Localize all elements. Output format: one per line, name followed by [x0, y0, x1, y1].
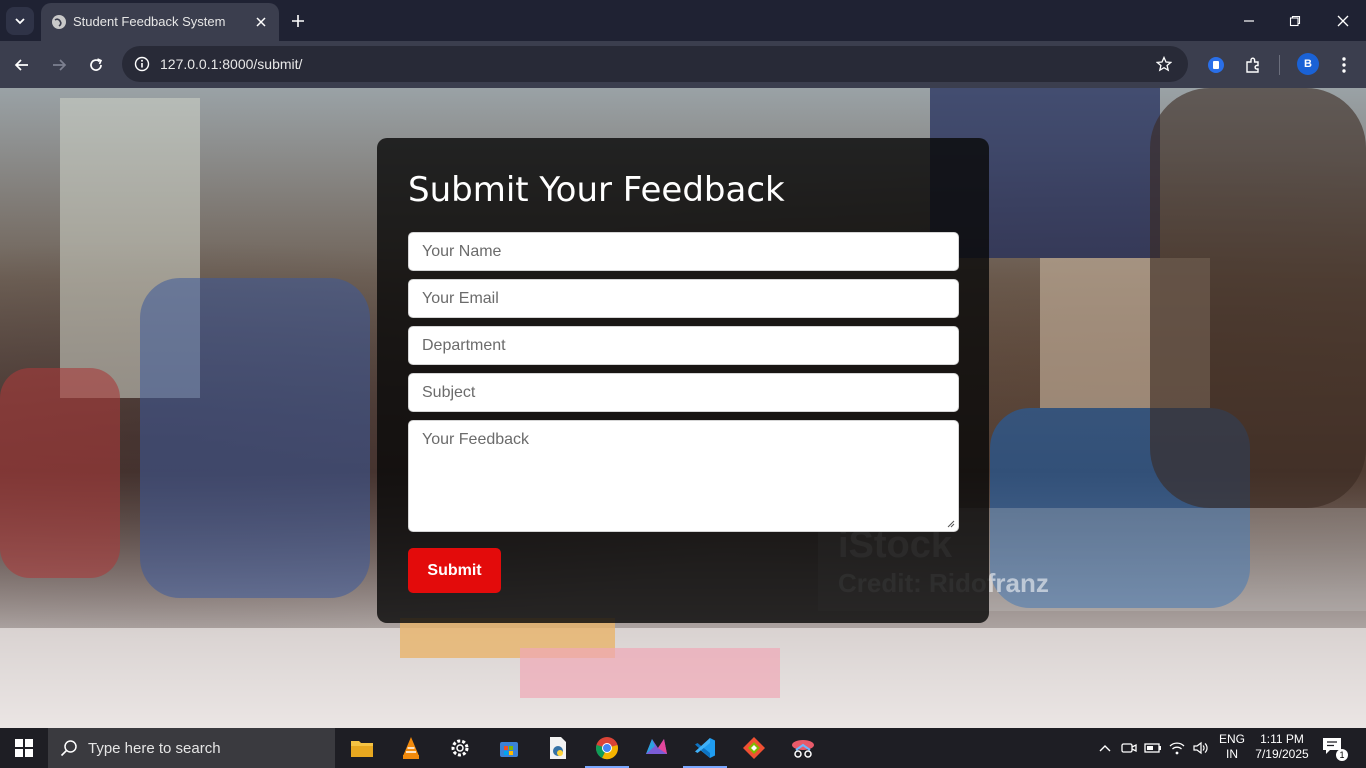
toolbar-separator [1279, 55, 1280, 75]
new-tab-button[interactable] [286, 9, 310, 33]
browser-tab-strip: Student Feedback System [0, 0, 1366, 41]
name-field[interactable]: Your Name [408, 232, 959, 271]
arrow-left-icon [14, 59, 28, 71]
git-tool-icon[interactable] [730, 728, 778, 768]
extension-doc-icon[interactable] [1203, 52, 1229, 78]
department-field[interactable]: Department [408, 326, 959, 365]
microsoft-365-icon[interactable] [632, 728, 680, 768]
feedback-textarea[interactable]: Your Feedback [408, 420, 959, 532]
chevron-down-icon [15, 18, 25, 25]
kebab-menu-icon[interactable] [1331, 52, 1357, 78]
globe-icon [52, 15, 66, 29]
taskbar-search-box[interactable]: Type here to search [48, 728, 335, 768]
page-title: Submit Your Feedback [408, 170, 785, 210]
bookmark-star-icon[interactable] [1152, 52, 1176, 76]
profile-avatar[interactable]: B [1297, 53, 1319, 75]
windows-logo-icon [15, 739, 33, 757]
page-viewport: iStock Credit: Ridofranz Submit Your Fee… [0, 88, 1366, 728]
extensions-puzzle-icon[interactable] [1240, 52, 1266, 78]
vscode-icon[interactable] [681, 728, 729, 768]
clock-date: 7/19/2025 [1255, 747, 1309, 761]
taskbar-search-placeholder: Type here to search [88, 740, 221, 757]
feedback-form-card: Submit Your Feedback Your Name Your Emai… [377, 138, 989, 623]
feedback-placeholder: Your Feedback [422, 431, 530, 448]
chevron-up-icon[interactable] [1095, 738, 1115, 758]
search-icon [60, 740, 77, 757]
email-field[interactable]: Your Email [408, 279, 959, 318]
department-placeholder: Department [422, 337, 506, 354]
restore-icon [1289, 15, 1301, 26]
resize-grip-icon[interactable] [947, 520, 955, 528]
windows-taskbar: Type here to search ENG IN 1:11 PM 7/19/… [0, 728, 1366, 768]
submit-button[interactable]: Submit [408, 548, 501, 593]
close-window-button[interactable] [1320, 0, 1366, 41]
reload-icon [90, 58, 103, 71]
wifi-icon[interactable] [1167, 738, 1187, 758]
volume-icon[interactable] [1191, 738, 1211, 758]
microsoft-store-icon[interactable] [485, 728, 533, 768]
subject-placeholder: Subject [422, 384, 476, 401]
clock-time: 1:11 PM [1260, 732, 1304, 746]
browser-toolbar: 127.0.0.1:8000/submit/ [0, 41, 1366, 88]
notification-count-badge: 1 [1336, 749, 1348, 761]
snipping-tool-icon[interactable] [779, 728, 827, 768]
minimize-button[interactable] [1226, 0, 1272, 41]
url-text: 127.0.0.1:8000/submit/ [160, 56, 303, 72]
reload-button[interactable] [83, 52, 109, 78]
close-icon [1337, 15, 1349, 26]
site-info-icon[interactable] [130, 52, 154, 76]
start-button[interactable] [0, 728, 48, 768]
battery-icon[interactable] [1143, 738, 1163, 758]
name-placeholder: Your Name [422, 243, 502, 260]
settings-gear-icon[interactable] [436, 728, 484, 768]
notification-center-icon[interactable]: 1 [1322, 737, 1348, 761]
tab-title: Student Feedback System [73, 14, 226, 29]
close-tab-icon[interactable] [251, 12, 271, 32]
language-code: ENG [1218, 732, 1245, 746]
arrow-right-icon [53, 59, 67, 71]
browser-tab[interactable]: Student Feedback System [41, 3, 279, 41]
plus-icon [292, 15, 304, 27]
file-explorer-icon[interactable] [338, 728, 386, 768]
subject-field[interactable]: Subject [408, 373, 959, 412]
address-bar[interactable]: 127.0.0.1:8000/submit/ [122, 46, 1188, 82]
python-file-icon[interactable] [534, 728, 582, 768]
tab-search-button[interactable] [6, 7, 34, 35]
meet-now-icon[interactable] [1119, 738, 1139, 758]
vlc-icon[interactable] [387, 728, 435, 768]
chrome-icon[interactable] [583, 728, 631, 768]
back-button[interactable] [9, 52, 35, 78]
email-placeholder: Your Email [422, 290, 499, 307]
forward-button[interactable] [46, 52, 72, 78]
minimize-icon [1244, 19, 1254, 22]
system-clock[interactable]: 1:11 PM 7/19/2025 [1253, 732, 1311, 762]
region-code: IN [1226, 747, 1238, 761]
input-language[interactable]: ENG IN [1217, 732, 1247, 762]
restore-button[interactable] [1272, 0, 1318, 41]
